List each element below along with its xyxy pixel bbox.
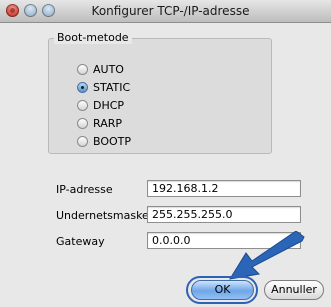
cancel-button[interactable]: Annuller — [264, 280, 324, 300]
radio-option-dhcp[interactable]: DHCP — [77, 98, 124, 113]
title-bar: Konfigurer TCP-/IP-adresse — [0, 0, 331, 23]
radio-label-rarp: RARP — [93, 117, 122, 130]
radio-button-auto[interactable] — [77, 64, 88, 75]
radio-option-rarp[interactable]: RARP — [77, 116, 122, 131]
subnet-mask-label: Undernetsmaske — [56, 209, 149, 222]
subnet-mask-field[interactable]: 255.255.255.0 — [147, 206, 301, 223]
radio-button-bootp[interactable] — [77, 136, 88, 147]
radio-button-rarp[interactable] — [77, 118, 88, 129]
radio-button-static[interactable] — [77, 82, 88, 93]
radio-option-bootp[interactable]: BOOTP — [77, 134, 131, 149]
window-title: Konfigurer TCP-/IP-adresse — [91, 4, 250, 18]
radio-button-dhcp[interactable] — [77, 100, 88, 111]
radio-label-bootp: BOOTP — [93, 135, 132, 148]
boot-method-label: Boot-metode — [54, 31, 132, 44]
ok-button[interactable]: OK — [191, 280, 254, 300]
radio-option-static[interactable]: STATIC — [77, 80, 130, 95]
ip-address-field[interactable]: 192.168.1.2 — [147, 180, 301, 197]
radio-label-dhcp: DHCP — [93, 99, 125, 112]
radio-label-static: STATIC — [93, 81, 131, 94]
gateway-label: Gateway — [56, 235, 105, 248]
ip-address-label: IP-adresse — [56, 183, 113, 196]
dialog-window: Konfigurer TCP-/IP-adresse Boot-metode A… — [0, 0, 331, 307]
radio-label-auto: AUTO — [93, 63, 124, 76]
radio-option-auto[interactable]: AUTO — [77, 62, 124, 77]
